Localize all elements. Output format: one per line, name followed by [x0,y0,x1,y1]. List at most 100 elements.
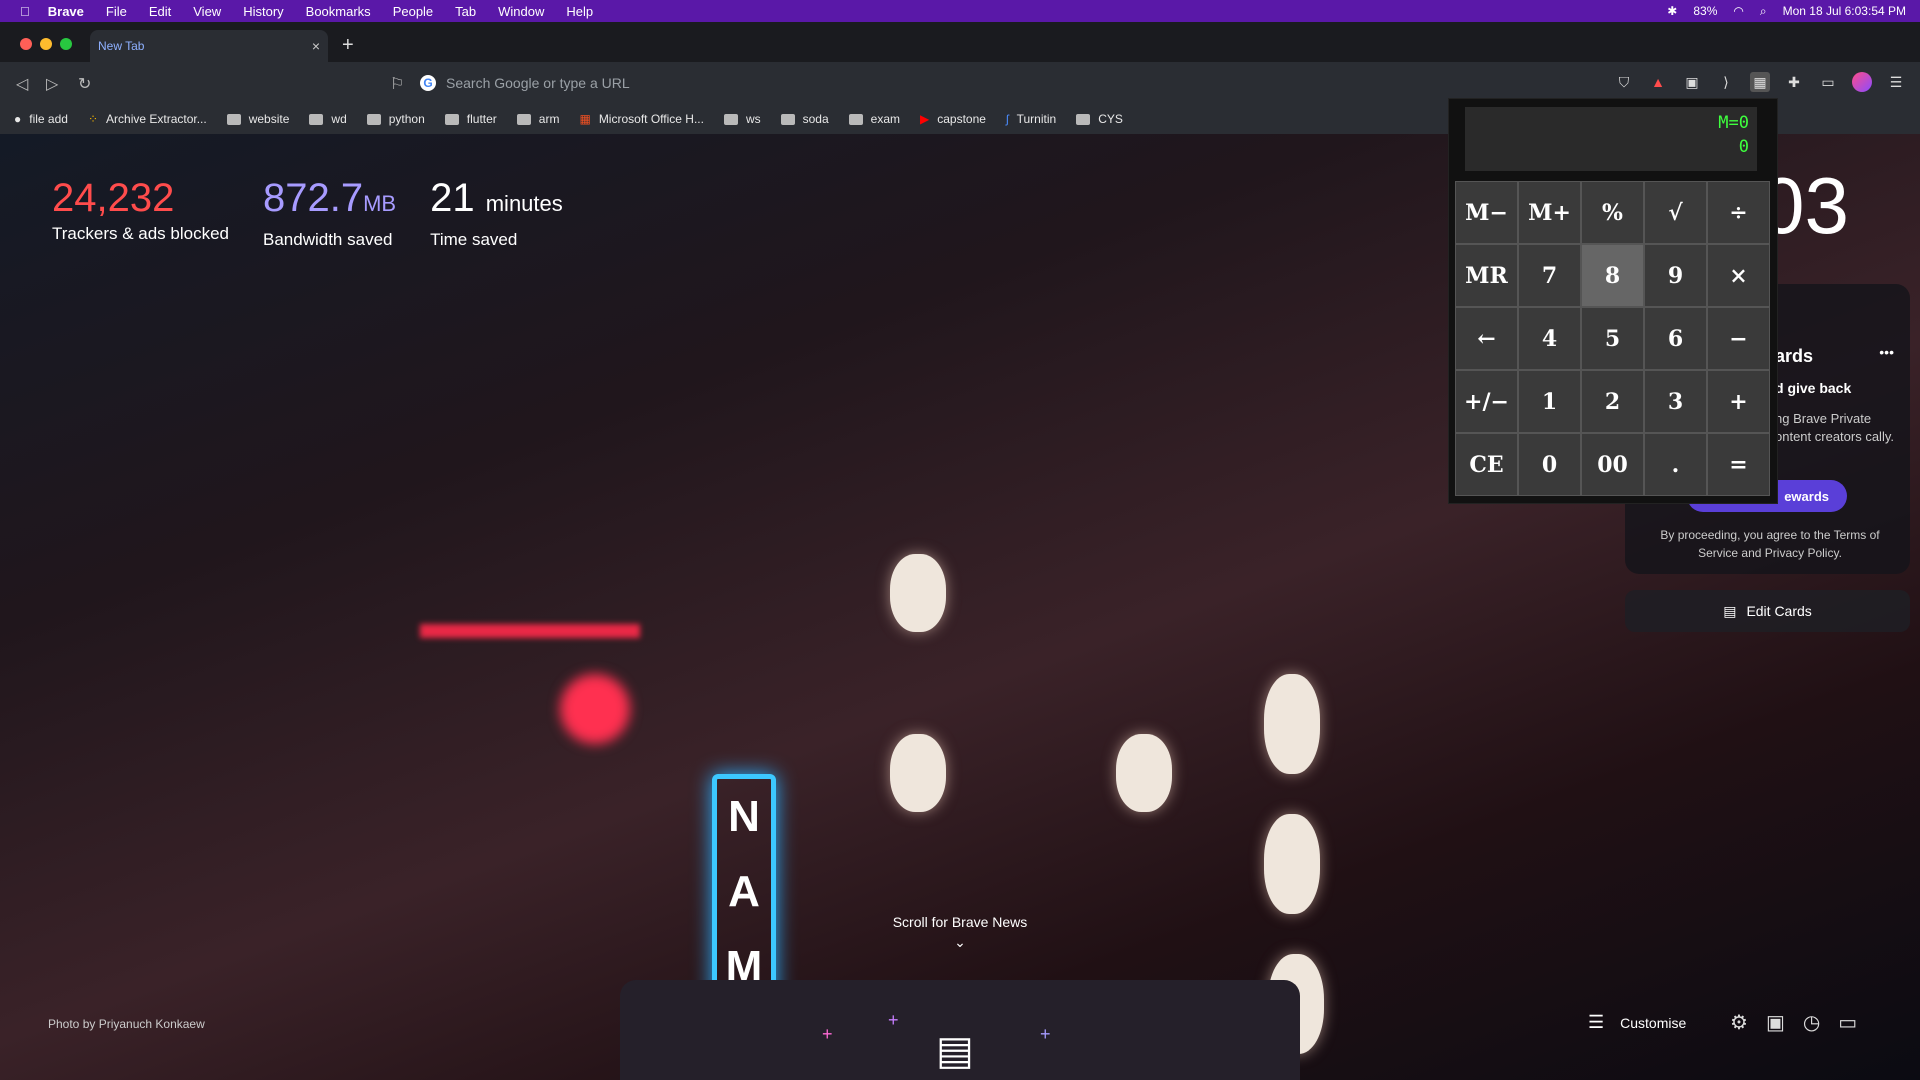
key-5[interactable]: 5 [1581,307,1644,370]
reload-icon[interactable]: ↻ [78,74,91,94]
bookmark-folder[interactable]: exam [848,112,900,126]
menu-window[interactable]: Window [498,4,544,19]
bookmark-item[interactable]: ▶ capstone [920,112,986,126]
settings-icon[interactable]: ⚙ [1730,1010,1748,1035]
extension-b-icon[interactable]: ▣ [1682,72,1702,92]
video-call-icon[interactable]: ▭ [1838,1010,1857,1035]
profile-avatar[interactable] [1852,72,1872,92]
bookmark-label: exam [870,112,900,126]
menu-file[interactable]: File [106,4,127,19]
brave-news-peek[interactable]: ▤ + + + [620,980,1300,1080]
key-6[interactable]: 6 [1644,307,1707,370]
news-icon: ▤ [936,1029,974,1073]
time-stat: 21 minutes Time saved [430,176,563,250]
tab-close-icon[interactable]: × [312,38,320,54]
menu-people[interactable]: People [393,4,433,19]
bookmark-item[interactable]: ʃ Turnitin [1006,112,1056,126]
key-9[interactable]: 9 [1644,244,1707,307]
key-8[interactable]: 8 [1581,244,1644,307]
menu-app-name[interactable]: Brave [48,4,84,19]
key-1[interactable]: 1 [1518,370,1581,433]
bookmark-folder[interactable]: CYS [1076,112,1123,126]
key-backspace[interactable]: ← [1455,307,1518,370]
menu-help[interactable]: Help [566,4,593,19]
forward-icon[interactable]: ▷ [46,74,58,94]
address-bar[interactable]: G Search Google or type a URL [420,70,1380,96]
brave-rewards-icon[interactable]: ▲ [1648,72,1668,92]
new-tab-button[interactable]: + [342,34,354,57]
tab-title: New Tab [98,39,145,53]
puzzle-icon[interactable]: ✚ [1784,72,1804,92]
menu-tab[interactable]: Tab [455,4,476,19]
zoom-window-button[interactable] [60,38,72,50]
brave-shields-icon[interactable]: ⛉ [1614,72,1634,92]
bookmark-icon[interactable]: ⚐ [390,74,404,94]
scroll-for-news[interactable]: Scroll for Brave News ⌄ [860,914,1060,951]
bookmark-item[interactable]: ⁘ Archive Extractor... [88,112,207,126]
calculator-value: 0 [1738,137,1749,157]
bookmark-folder[interactable]: arm [516,112,559,126]
key-minus[interactable]: − [1707,307,1770,370]
key-m-plus[interactable]: M+ [1518,181,1581,244]
bandwidth-unit: MB [363,191,397,216]
menu-view[interactable]: View [193,4,221,19]
bookmarks-icon[interactable]: ▣ [1766,1010,1785,1035]
key-7[interactable]: 7 [1518,244,1581,307]
search-icon[interactable]: ⌕ [1760,4,1767,19]
bookmark-folder[interactable]: ws [723,112,761,126]
key-decimal[interactable]: . [1644,433,1707,496]
minimize-window-button[interactable] [40,38,52,50]
extension-icons: ⛉ ▲ ▣ ⟩ ▦ ✚ ▭ ☰ [1614,72,1906,92]
wallet-icon[interactable]: ▭ [1818,72,1838,92]
folder-icon [444,113,459,125]
battery-percent[interactable]: 83% [1693,4,1717,18]
bookmark-folder[interactable]: website [226,112,289,126]
key-divide[interactable]: ÷ [1707,181,1770,244]
history-icon[interactable]: ◷ [1803,1010,1820,1035]
key-mr[interactable]: MR [1455,244,1518,307]
menu-bookmarks[interactable]: Bookmarks [306,4,371,19]
key-percent[interactable]: % [1581,181,1644,244]
key-00[interactable]: 00 [1581,433,1644,496]
key-3[interactable]: 3 [1644,370,1707,433]
bandwidth-value: 872.7 [263,176,364,220]
calculator-display: M=0 0 [1465,107,1757,171]
menu-icon[interactable]: ☰ [1886,72,1906,92]
bookmark-folder[interactable]: wd [309,112,347,126]
wifi-icon[interactable]: ◠ [1733,4,1743,18]
edit-cards-button[interactable]: ▤ Edit Cards [1625,590,1910,632]
bluetooth-icon[interactable]: ✱ [1667,4,1677,18]
folder-icon [309,113,324,125]
menu-edit[interactable]: Edit [149,4,171,19]
bookmark-folder[interactable]: python [366,112,425,126]
key-sqrt[interactable]: √ [1644,181,1707,244]
datetime[interactable]: Mon 18 Jul 6:03:54 PM [1783,4,1906,18]
bookmark-item[interactable]: ▦ Microsoft Office H... [579,112,703,126]
customise-button[interactable]: ☰ Customise [1588,1012,1686,1033]
bookmark-label: capstone [937,112,986,126]
rewards-terms[interactable]: By proceeding, you agree to the Terms of… [1645,526,1895,562]
bookmark-folder[interactable]: flutter [444,112,497,126]
bookmark-item[interactable]: ● file add [14,112,68,126]
close-window-button[interactable] [20,38,32,50]
key-ce[interactable]: CE [1455,433,1518,496]
time-value-wrap: 21 minutes [430,176,563,226]
key-0[interactable]: 0 [1518,433,1581,496]
key-multiply[interactable]: × [1707,244,1770,307]
more-icon[interactable]: ••• [1879,344,1894,360]
back-icon[interactable]: ◁ [16,74,28,94]
folder-icon [516,113,531,125]
calculator-extension-icon[interactable]: ▦ [1750,72,1770,92]
key-equals[interactable]: = [1707,433,1770,496]
menu-history[interactable]: History [243,4,283,19]
key-4[interactable]: 4 [1518,307,1581,370]
photo-credit[interactable]: Photo by Priyanuch Konkaew [48,1017,205,1031]
key-plus[interactable]: + [1707,370,1770,433]
key-m-minus[interactable]: M− [1455,181,1518,244]
key-negate[interactable]: +/− [1455,370,1518,433]
extension-audio-icon[interactable]: ⟩ [1716,72,1736,92]
apple-icon[interactable]:  [20,4,30,19]
tab-new-tab[interactable]: New Tab × [90,30,328,62]
key-2[interactable]: 2 [1581,370,1644,433]
bookmark-folder[interactable]: soda [780,112,829,126]
